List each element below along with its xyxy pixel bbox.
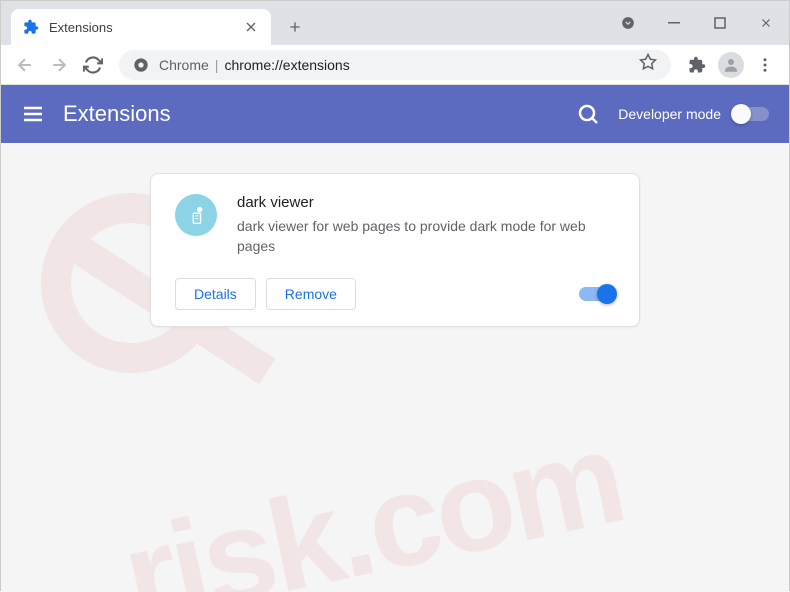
close-window-button[interactable] — [743, 7, 789, 39]
remove-button[interactable]: Remove — [266, 278, 356, 310]
menu-button[interactable] — [751, 51, 779, 79]
content-area: risk.com dark viewer dark viewer for web… — [1, 143, 789, 592]
back-button[interactable] — [11, 51, 39, 79]
minimize-button[interactable] — [651, 7, 697, 39]
forward-button[interactable] — [45, 51, 73, 79]
caret-down-icon[interactable] — [613, 8, 643, 38]
avatar-icon — [718, 52, 744, 78]
developer-mode-label: Developer mode — [618, 106, 721, 122]
extension-description: dark viewer for web pages to provide dar… — [237, 217, 615, 256]
extension-enable-toggle[interactable] — [579, 287, 615, 301]
extension-card: dark viewer dark viewer for web pages to… — [150, 173, 640, 327]
extension-icon — [175, 194, 217, 236]
reload-button[interactable] — [79, 51, 107, 79]
toggle-knob — [731, 104, 751, 124]
window-titlebar: Extensions — [1, 1, 789, 45]
browser-tab[interactable]: Extensions — [11, 9, 271, 45]
maximize-button[interactable] — [697, 7, 743, 39]
toggle-knob — [597, 284, 617, 304]
page-title: Extensions — [63, 101, 576, 127]
tab-title: Extensions — [49, 20, 243, 35]
window-controls — [613, 1, 789, 45]
profile-button[interactable] — [717, 51, 745, 79]
url-text: Chrome | chrome://extensions — [159, 57, 350, 73]
developer-mode-toggle[interactable] — [733, 107, 769, 121]
address-bar[interactable]: Chrome | chrome://extensions — [119, 50, 671, 80]
details-button[interactable]: Details — [175, 278, 256, 310]
browser-toolbar: Chrome | chrome://extensions — [1, 45, 789, 85]
search-icon[interactable] — [576, 102, 600, 126]
extensions-header: Extensions Developer mode — [1, 85, 789, 143]
puzzle-icon — [23, 19, 39, 35]
hamburger-menu-icon[interactable] — [21, 102, 45, 126]
chrome-icon — [133, 57, 149, 73]
bookmark-star-icon[interactable] — [639, 53, 657, 76]
extensions-icon[interactable] — [683, 51, 711, 79]
new-tab-button[interactable] — [281, 13, 309, 41]
close-tab-button[interactable] — [243, 19, 259, 35]
extension-name: dark viewer — [237, 194, 615, 211]
